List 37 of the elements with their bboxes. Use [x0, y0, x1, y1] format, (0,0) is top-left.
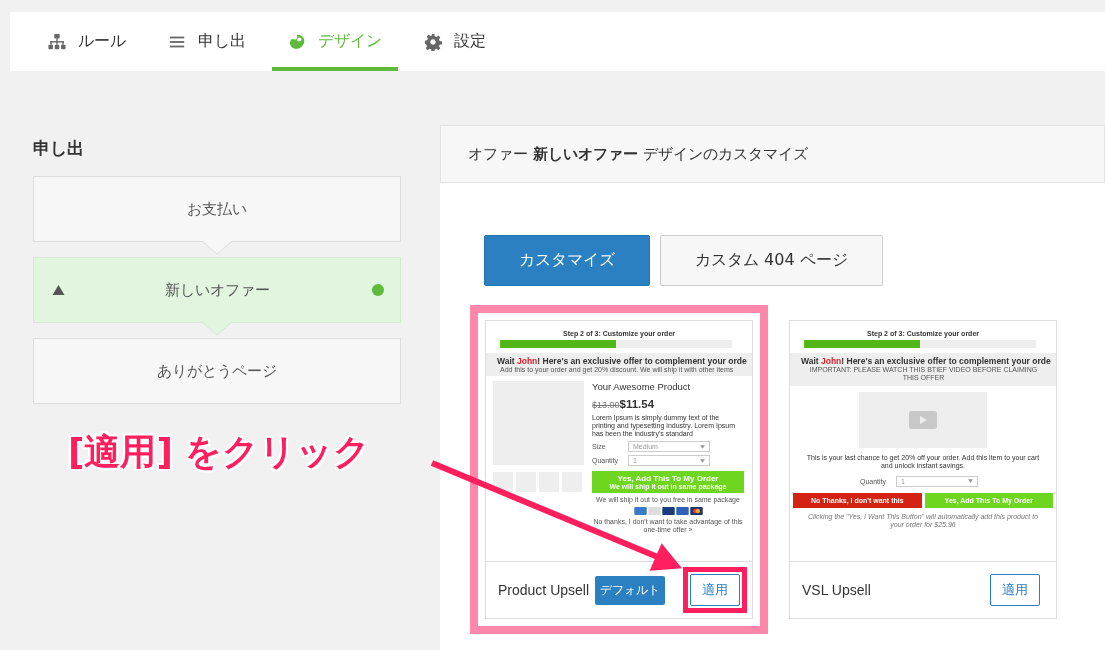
palette-icon	[288, 32, 306, 51]
sidebar-item[interactable]: お支払い	[33, 176, 401, 242]
design-tab-button[interactable]: カスタム 404 ページ	[660, 235, 883, 286]
template-name: VSL Upsell	[802, 582, 871, 598]
template-name: Product Upsell	[498, 582, 590, 598]
nav-tab[interactable]: 申し出	[152, 12, 262, 71]
default-button[interactable]: デフォルト	[595, 575, 666, 605]
caret-icon	[968, 479, 973, 484]
payment-card-icon	[633, 507, 647, 516]
sidebar-title: 申し出	[33, 137, 85, 160]
play-icon	[909, 410, 937, 429]
caret-icon	[700, 444, 705, 449]
payment-card-icon	[675, 507, 689, 516]
apply-button[interactable]: 適用	[690, 574, 740, 606]
price: $11.54	[619, 398, 655, 410]
step-pointer-icon	[202, 322, 232, 336]
design-tab-button[interactable]: カスタマイズ	[484, 235, 650, 286]
payment-card-icon	[647, 507, 661, 516]
nav-tab[interactable]: ルール	[32, 12, 142, 71]
caret-icon	[700, 458, 705, 463]
nav-tab[interactable]: 設定	[408, 12, 502, 71]
product-title: Your Awesome Product	[592, 381, 692, 392]
status-dot-icon	[372, 284, 384, 296]
apply-button[interactable]: 適用	[990, 574, 1040, 606]
panel-title: オファー 新しいオファー デザインのカスタマイズ	[468, 144, 808, 164]
preview-headline: Wait John! Here's an exclusive offer to complement your orde	[801, 356, 1052, 366]
collapse-triangle-icon	[52, 285, 65, 295]
sidebar-item[interactable]: ありがとうページ	[33, 338, 401, 404]
sitemap-icon	[48, 32, 66, 51]
settings-icon	[424, 32, 442, 51]
payment-card-icon	[689, 507, 703, 516]
old-price: $13.00	[592, 400, 620, 410]
preview-headline: Wait John! Here's an exclusive offer to complement your orde	[497, 356, 748, 366]
step-pointer-icon	[202, 241, 232, 255]
sidebar-item[interactable]: 新しいオファー	[33, 257, 401, 323]
payment-card-icon	[661, 507, 675, 516]
callout-text: [適用] をクリック	[68, 430, 371, 474]
